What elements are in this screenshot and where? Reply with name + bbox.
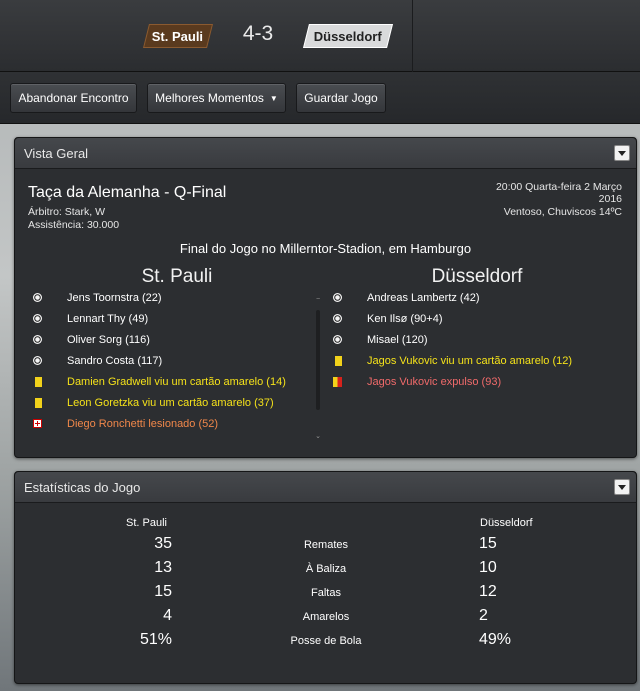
injury-icon	[33, 419, 42, 428]
weather-text: Ventoso, Chuviscos 14ºC	[503, 206, 622, 218]
match-event-text: Jagos Vukovic viu um cartão amarelo (12)	[367, 355, 573, 367]
home-team-heading: St. Pauli	[141, 266, 213, 287]
year-text: 2016	[598, 193, 622, 205]
match-event-text: Andreas Lambertz (42)	[367, 292, 480, 304]
overview-panel-header: Vista Geral	[15, 138, 636, 169]
match-event-text: Sandro Costa (117)	[67, 355, 163, 367]
referee-text: Árbitro: Stark, W	[28, 206, 106, 218]
match-event-text: Jagos Vukovic expulso (93)	[367, 376, 502, 388]
ball-icon	[33, 356, 42, 365]
topbar-divider	[412, 0, 413, 72]
save-game-label: Guardar Jogo	[304, 91, 378, 105]
events-scrollbar[interactable]: − ⌄	[315, 296, 321, 441]
stat-label: À Baliza	[305, 563, 347, 575]
ball-icon	[33, 293, 42, 302]
overview-collapse-icon[interactable]	[614, 145, 630, 161]
stat-away-value: 49%	[479, 631, 512, 648]
yellow-card-icon	[335, 356, 342, 366]
stat-home-value: 35	[154, 535, 172, 552]
second-yellow-red-card-icon	[333, 377, 342, 387]
stat-away-value: 10	[479, 559, 497, 576]
match-score: 4-3	[242, 22, 274, 45]
caret-down-icon: ▼	[269, 93, 278, 103]
stat-home-value: 15	[154, 583, 172, 600]
match-event-text: Oliver Sorg (116)	[67, 334, 150, 346]
stat-away-value: 12	[479, 583, 497, 600]
ball-icon	[33, 335, 42, 344]
abandon-match-label: Abandonar Encontro	[18, 91, 129, 105]
ball-icon	[333, 293, 342, 302]
highlights-dropdown-button[interactable]: Melhores Momentos ▼	[147, 83, 286, 113]
home-team-name: St. Pauli	[152, 29, 204, 44]
stats-title: Estatísticas do Jogo	[24, 480, 141, 495]
stat-label: Amarelos	[302, 611, 350, 623]
stat-label: Posse de Bola	[290, 635, 362, 647]
stat-home-value: 13	[154, 559, 172, 576]
stat-row: 51% Posse de Bola 49%	[15, 629, 636, 653]
stat-row: 15 Faltas 12	[15, 581, 636, 605]
save-game-button[interactable]: Guardar Jogo	[296, 83, 386, 113]
match-event-text: Damien Gradwell viu um cartão amarelo (1…	[67, 376, 286, 388]
match-stats-panel: Estatísticas do Jogo St. Pauli Düsseldor…	[14, 471, 637, 684]
stats-panel-header: Estatísticas do Jogo	[15, 472, 636, 503]
stat-row: 4 Amarelos 2	[15, 605, 636, 629]
scroll-down-icon[interactable]: ⌄	[314, 433, 322, 441]
scroll-up-icon[interactable]: −	[314, 296, 322, 304]
stat-label: Remates	[303, 539, 349, 551]
scroll-track[interactable]	[316, 310, 320, 410]
stat-row: 13 À Baliza 10	[15, 557, 636, 581]
stat-row: 35 Remates 15	[15, 533, 636, 557]
stats-collapse-icon[interactable]	[614, 479, 630, 495]
ball-icon	[333, 314, 342, 323]
yellow-card-icon	[35, 398, 42, 408]
match-event-text: Leon Goretzka viu um cartão amarelo (37)	[67, 397, 274, 409]
ball-icon	[33, 314, 42, 323]
stat-away-value: 2	[479, 607, 488, 624]
venue-text: Final do Jogo no Millerntor-Stadion, em …	[179, 241, 472, 256]
away-team-name: Düsseldorf	[313, 29, 382, 44]
stat-home-value: 51%	[139, 631, 172, 648]
ball-icon	[333, 335, 342, 344]
overview-panel: Vista Geral Taça da Alemanha - Q-Final Á…	[14, 137, 637, 458]
stat-away-value: 15	[479, 535, 497, 552]
match-event-text: Jens Toornstra (22)	[67, 292, 162, 304]
stat-home-value: 4	[163, 607, 172, 624]
away-team-heading: Düsseldorf	[431, 266, 523, 287]
match-event-text: Lennart Thy (49)	[67, 313, 149, 325]
scoreboard-bar: St. Pauli 4-3 Düsseldorf	[0, 0, 640, 72]
highlights-label: Melhores Momentos	[155, 91, 264, 105]
match-event-text: Ken Ilsø (90+4)	[367, 313, 443, 325]
yellow-card-icon	[35, 377, 42, 387]
away-team-badge[interactable]: Düsseldorf	[303, 24, 393, 48]
attendance-text: Assistência: 30.000	[28, 219, 120, 231]
stats-away-team: Düsseldorf	[480, 517, 533, 529]
stats-home-team: St. Pauli	[126, 517, 167, 529]
match-toolbar: Abandonar Encontro Melhores Momentos ▼ Gu…	[0, 72, 640, 124]
competition-title: Taça da Alemanha - Q-Final	[28, 184, 227, 201]
overview-title: Vista Geral	[24, 146, 89, 161]
match-event-text: Diego Ronchetti lesionado (52)	[67, 418, 219, 430]
match-event-text: Misael (120)	[367, 334, 428, 346]
home-team-badge[interactable]: St. Pauli	[143, 24, 213, 48]
stat-label: Faltas	[311, 587, 341, 599]
abandon-match-button[interactable]: Abandonar Encontro	[10, 83, 137, 113]
